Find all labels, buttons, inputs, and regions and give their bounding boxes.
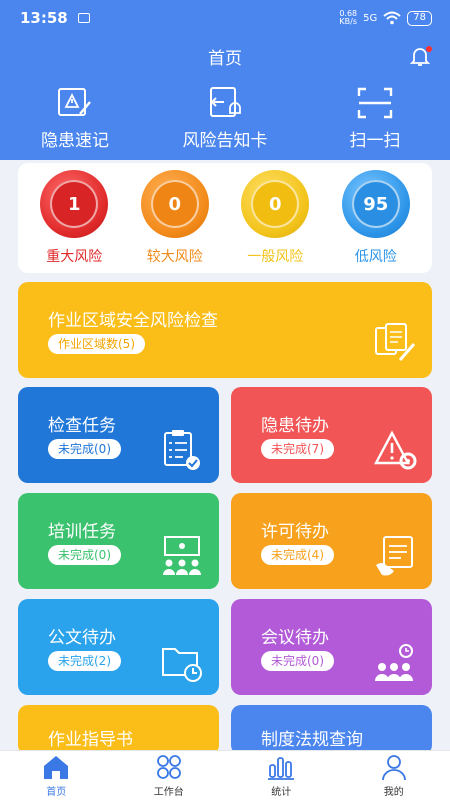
quick-hazard-note[interactable]: 隐患速记 (0, 76, 150, 160)
quick-scan[interactable]: 扫一扫 (300, 76, 450, 160)
tab-workbench-label: 工作台 (153, 787, 184, 798)
user-profile-icon (381, 755, 406, 781)
meeting-group-icon (375, 644, 413, 681)
tile-meeting-todo[interactable]: 会议待办 未完成(0) (231, 599, 432, 695)
tile-permit-todo[interactable]: 许可待办 未完成(4) (231, 493, 432, 589)
risk-large-label: 较大风险 (146, 249, 203, 265)
tab-workbench[interactable]: 工作台 (113, 751, 225, 800)
tile-permit-todo-title: 许可待办 (261, 522, 329, 542)
tile-work-guide[interactable]: 作业指导书 (18, 705, 219, 755)
risk-large[interactable]: 0 较大风险 (140, 170, 209, 266)
quick-scan-label: 扫一扫 (349, 131, 401, 151)
tile-training-task[interactable]: 培训任务 未完成(0) (18, 493, 219, 589)
tile-document-todo-badge: 未完成(2) (48, 651, 121, 671)
training-class-icon (163, 536, 201, 575)
permit-document-icon (376, 536, 413, 576)
page-title: 首页 (208, 48, 242, 69)
risk-major-count: 1 (50, 180, 99, 228)
documents-edit-icon (375, 323, 416, 361)
risk-general-count: 0 (251, 180, 300, 228)
tile-work-guide-title: 作业指导书 (48, 730, 133, 750)
risk-low-label: 低风险 (354, 249, 397, 265)
warning-gear-icon (374, 430, 417, 470)
risk-major[interactable]: 1 重大风险 (40, 170, 109, 266)
risk-general-label: 一般风险 (247, 249, 304, 265)
quick-actions: 隐患速记 风险告知卡 扫一扫 (0, 76, 450, 160)
signal-label: 5G (363, 12, 378, 24)
status-bar: 13:58 0.68 KB/s 5G 78 (0, 0, 450, 36)
tab-home-label: 首页 (46, 787, 67, 798)
tab-statistics[interactable]: 统计 (225, 751, 337, 800)
tile-regulation-query[interactable]: 制度法规查询 (231, 705, 432, 755)
risk-large-coin: 0 (140, 170, 209, 238)
tile-meeting-todo-badge: 未完成(0) (261, 651, 334, 671)
bar-stats-icon (268, 757, 295, 780)
risk-low[interactable]: 95 低风险 (341, 170, 410, 266)
scan-icon (357, 87, 393, 119)
risk-general[interactable]: 0 一般风险 (241, 170, 310, 266)
tile-inspection-task-title: 检查任务 (48, 416, 116, 436)
net-speed: 0.68 KB/s (339, 9, 358, 26)
tile-inspection-task-badge: 未完成(0) (48, 439, 121, 459)
bottom-tab-bar: 首页 工作台 统计 我的 (0, 750, 450, 800)
status-time: 13:58 (20, 9, 68, 27)
risk-low-count: 95 (351, 180, 400, 228)
quick-risk-card[interactable]: 风险告知卡 (150, 76, 300, 160)
quick-hazard-note-label: 隐患速记 (41, 131, 109, 151)
tile-hazard-todo-badge: 未完成(7) (261, 439, 334, 459)
risk-general-coin: 0 (241, 170, 310, 238)
tab-home[interactable]: 首页 (0, 751, 112, 800)
tab-mine[interactable]: 我的 (338, 751, 450, 800)
tile-area-safety-check-badge: 作业区域数(5) (48, 334, 145, 354)
message-icon (77, 13, 90, 23)
checklist-icon (164, 430, 200, 470)
edit-warning-icon (58, 88, 91, 116)
notification-bell-button[interactable] (408, 44, 432, 68)
tile-document-todo[interactable]: 公文待办 未完成(2) (18, 599, 219, 695)
tile-hazard-todo[interactable]: 隐患待办 未完成(7) (231, 387, 432, 483)
tile-document-todo-title: 公文待办 (48, 628, 116, 648)
risk-large-count: 0 (150, 180, 199, 228)
tile-inspection-task[interactable]: 检查任务 未完成(0) (18, 387, 219, 483)
grid-apps-icon (156, 755, 181, 779)
quick-risk-card-label: 风险告知卡 (182, 131, 268, 151)
tile-training-task-title: 培训任务 (48, 522, 116, 542)
battery-indicator: 78 (407, 10, 432, 26)
tile-area-safety-check[interactable]: 作业区域安全风险检查 作业区域数(5) (18, 282, 432, 378)
tab-mine-label: 我的 (383, 787, 404, 798)
tile-hazard-todo-title: 隐患待办 (261, 416, 329, 436)
tab-statistics-label: 统计 (271, 787, 292, 798)
risk-major-coin: 1 (40, 170, 109, 238)
tile-meeting-todo-title: 会议待办 (261, 628, 329, 648)
tile-regulation-query-title: 制度法规查询 (261, 730, 363, 750)
risk-summary-card: 1 重大风险 0 较大风险 0 一般风险 95 低风险 (18, 163, 432, 273)
home-icon (44, 756, 69, 779)
tile-training-task-badge: 未完成(0) (48, 545, 121, 565)
risk-major-label: 重大风险 (46, 249, 103, 265)
tile-area-safety-check-title: 作业区域安全风险检查 (48, 311, 218, 331)
title-bar: 首页 (0, 36, 450, 76)
tile-permit-todo-badge: 未完成(4) (261, 545, 334, 565)
folder-clock-icon (162, 648, 202, 682)
notification-dot (426, 46, 432, 52)
notice-card-icon (210, 87, 241, 117)
wifi-icon (383, 11, 401, 25)
risk-low-coin: 95 (341, 170, 410, 238)
